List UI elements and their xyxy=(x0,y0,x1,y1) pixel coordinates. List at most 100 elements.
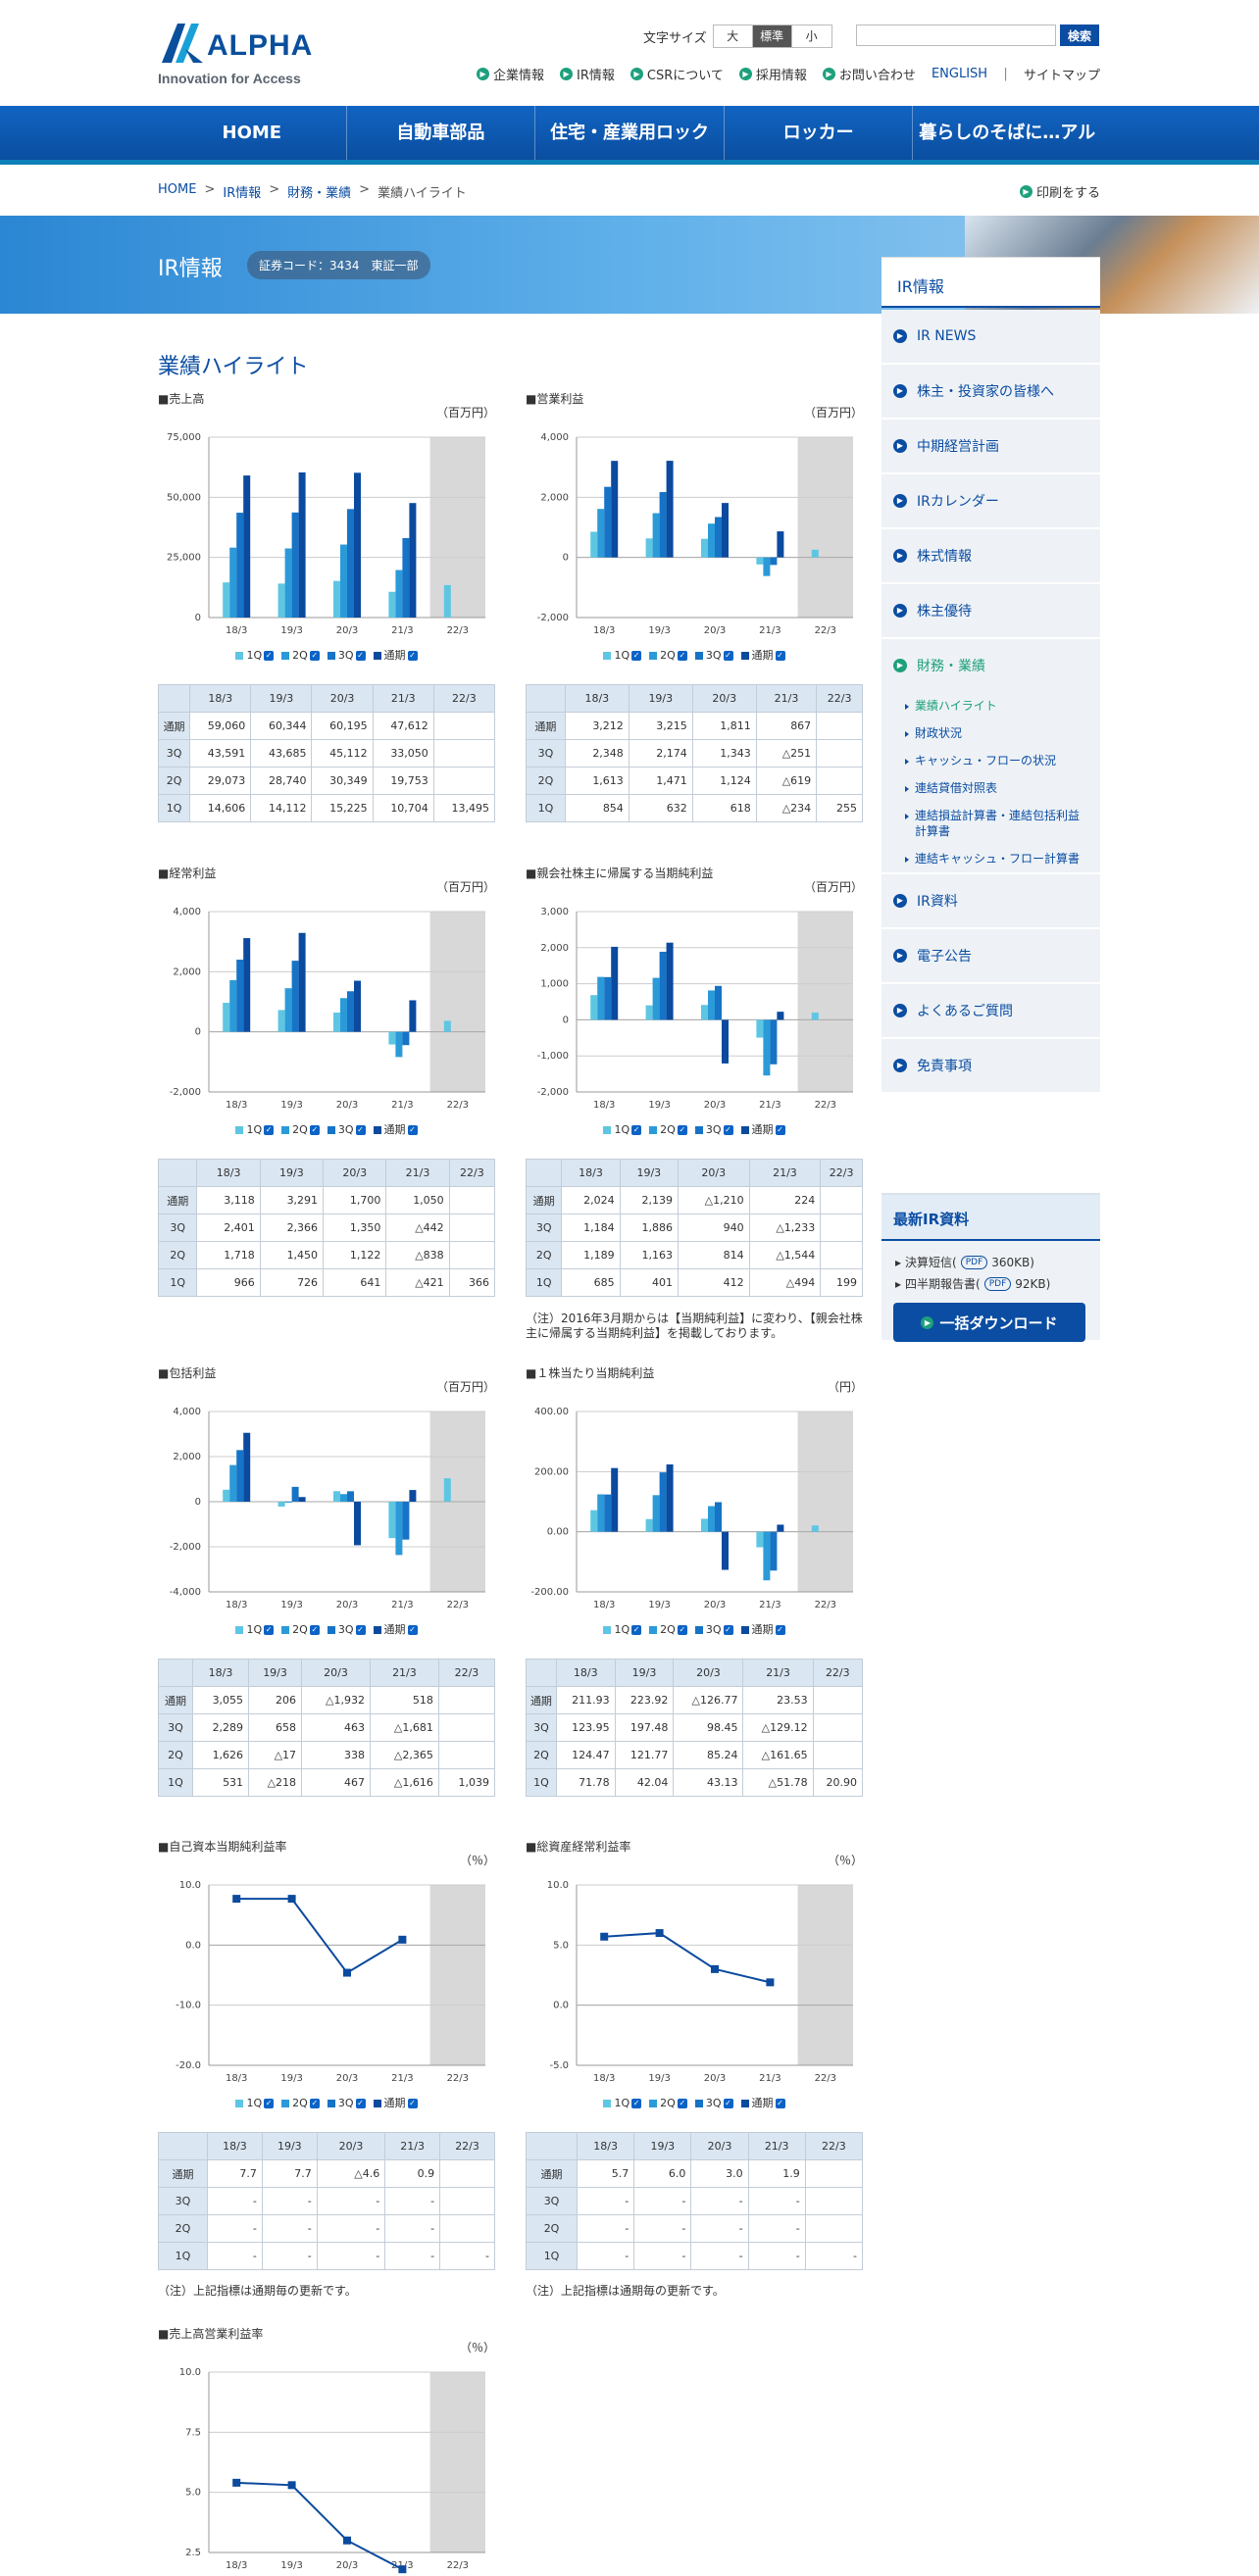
legend-item-q3[interactable]: 3Q ✓ xyxy=(327,649,366,662)
checkbox-icon[interactable]: ✓ xyxy=(309,1625,320,1635)
global-nav-lockers[interactable]: ロッカー xyxy=(723,106,913,160)
breadcrumb-finance[interactable]: 財務・業績 xyxy=(287,182,351,201)
legend-item-fy[interactable]: 通期 ✓ xyxy=(740,1623,785,1636)
alpha-logo[interactable]: ALPHA Innovation for Access xyxy=(158,20,315,90)
checkbox-icon[interactable]: ✓ xyxy=(775,1125,785,1135)
checkbox-icon[interactable]: ✓ xyxy=(677,2099,687,2108)
legend-item-q2[interactable]: 2Q ✓ xyxy=(281,1623,320,1636)
checkbox-icon[interactable]: ✓ xyxy=(355,2099,366,2108)
nav-recruit[interactable]: ▶ 採用情報 xyxy=(738,65,807,83)
global-nav-home[interactable]: HOME xyxy=(158,106,346,160)
checkbox-icon[interactable]: ✓ xyxy=(309,2099,320,2108)
search-input[interactable] xyxy=(856,25,1056,46)
checkbox-icon[interactable]: ✓ xyxy=(264,651,275,661)
legend-item-fy[interactable]: 通期 ✓ xyxy=(373,2097,418,2109)
checkbox-icon[interactable]: ✓ xyxy=(631,1625,642,1635)
english-link[interactable]: ENGLISH xyxy=(932,67,987,81)
sidebar-subitem-4[interactable]: 連結損益計算書・連結包括利益計算書 xyxy=(881,802,1100,845)
sidebar-item2-1[interactable]: ▶ 電子公告 xyxy=(881,929,1100,982)
legend-item-fy[interactable]: 通期 ✓ xyxy=(740,2097,785,2109)
checkbox-icon[interactable]: ✓ xyxy=(309,651,320,661)
bulk-download-button[interactable]: ▶ 一括ダウンロード xyxy=(893,1303,1085,1342)
sidebar-item2-2[interactable]: ▶ よくあるご質問 xyxy=(881,984,1100,1037)
legend-item-q1[interactable]: 1Q ✓ xyxy=(603,1623,642,1636)
sidebar-subitem-0[interactable]: 業績ハイライト xyxy=(881,692,1100,719)
legend-item-q1[interactable]: 1Q ✓ xyxy=(603,649,642,662)
checkbox-icon[interactable]: ✓ xyxy=(677,651,687,661)
sidebar-subitem-5[interactable]: 連結キャッシュ・フロー計算書 xyxy=(881,845,1100,872)
checkbox-icon[interactable]: ✓ xyxy=(264,1125,275,1135)
sidebar-subitem-3[interactable]: 連結貸借対照表 xyxy=(881,774,1100,802)
legend-item-q2[interactable]: 2Q ✓ xyxy=(649,2097,687,2109)
sidebar-subitem-1[interactable]: 財政状況 xyxy=(881,719,1100,747)
checkbox-icon[interactable]: ✓ xyxy=(631,2099,642,2108)
checkbox-icon[interactable]: ✓ xyxy=(264,1625,275,1635)
sidebar-item2-0[interactable]: ▶ IR資料 xyxy=(881,874,1100,927)
global-nav-lifestyle[interactable]: 暮らしのそばに…アルファ xyxy=(912,106,1101,197)
checkbox-icon[interactable]: ✓ xyxy=(407,1125,418,1135)
sidebar-item-5[interactable]: ▶ 株主優待 xyxy=(881,584,1100,637)
legend-item-fy[interactable]: 通期 ✓ xyxy=(373,649,418,662)
font-size-large-button[interactable]: 大 xyxy=(713,25,753,47)
legend-item-q2[interactable]: 2Q ✓ xyxy=(649,649,687,662)
global-nav-auto-parts[interactable]: 自動車部品 xyxy=(345,106,535,160)
legend-item-q1[interactable]: 1Q ✓ xyxy=(235,2097,275,2109)
checkbox-icon[interactable]: ✓ xyxy=(631,1125,642,1135)
legend-item-q1[interactable]: 1Q ✓ xyxy=(603,1123,642,1136)
checkbox-icon[interactable]: ✓ xyxy=(355,1125,366,1135)
legend-item-fy[interactable]: 通期 ✓ xyxy=(373,1623,418,1636)
checkbox-icon[interactable]: ✓ xyxy=(775,1625,785,1635)
legend-item-q3[interactable]: 3Q ✓ xyxy=(694,2097,733,2109)
legend-item-fy[interactable]: 通期 ✓ xyxy=(373,1123,418,1136)
checkbox-icon[interactable]: ✓ xyxy=(775,651,785,661)
legend-item-q2[interactable]: 2Q ✓ xyxy=(649,1123,687,1136)
nav-contact[interactable]: ▶ お問い合わせ xyxy=(822,65,916,83)
legend-item-q1[interactable]: 1Q ✓ xyxy=(235,1123,275,1136)
sidebar-item-6[interactable]: ▶ 財務・業績 xyxy=(881,639,1100,692)
legend-item-q2[interactable]: 2Q ✓ xyxy=(281,1123,320,1136)
checkbox-icon[interactable]: ✓ xyxy=(677,1625,687,1635)
legend-item-q3[interactable]: 3Q ✓ xyxy=(327,1623,366,1636)
sidebar-item2-3[interactable]: ▶ 免責事項 xyxy=(881,1039,1100,1092)
breadcrumb-home[interactable]: HOME xyxy=(158,182,196,201)
nav-csr[interactable]: ▶ CSRについて xyxy=(630,65,724,83)
legend-item-q1[interactable]: 1Q ✓ xyxy=(603,2097,642,2109)
checkbox-icon[interactable]: ✓ xyxy=(775,2099,785,2108)
latest-ir-tanshin-link[interactable]: ▸ 決算短信(PDF 360KB) xyxy=(881,1249,1100,1270)
print-link[interactable]: ▶ 印刷をする xyxy=(1020,182,1100,201)
sidebar-item-3[interactable]: ▶ IRカレンダー xyxy=(881,474,1100,527)
checkbox-icon[interactable]: ✓ xyxy=(723,1125,733,1135)
checkbox-icon[interactable]: ✓ xyxy=(355,1625,366,1635)
legend-item-q1[interactable]: 1Q ✓ xyxy=(235,1623,275,1636)
checkbox-icon[interactable]: ✓ xyxy=(723,651,733,661)
legend-item-q3[interactable]: 3Q ✓ xyxy=(694,1623,733,1636)
search-button[interactable]: 検索 xyxy=(1060,25,1099,46)
nav-corporate[interactable]: ▶ 企業情報 xyxy=(477,65,544,83)
legend-item-q3[interactable]: 3Q ✓ xyxy=(694,649,733,662)
checkbox-icon[interactable]: ✓ xyxy=(407,651,418,661)
global-nav-locks[interactable]: 住宅・産業用ロック xyxy=(534,106,724,160)
checkbox-icon[interactable]: ✓ xyxy=(407,2099,418,2108)
legend-item-fy[interactable]: 通期 ✓ xyxy=(740,649,785,662)
sidebar-item-1[interactable]: ▶ 株主・投資家の皆様へ xyxy=(881,365,1100,418)
checkbox-icon[interactable]: ✓ xyxy=(264,2099,275,2108)
legend-item-q1[interactable]: 1Q ✓ xyxy=(235,649,275,662)
checkbox-icon[interactable]: ✓ xyxy=(677,1125,687,1135)
checkbox-icon[interactable]: ✓ xyxy=(631,651,642,661)
legend-item-q3[interactable]: 3Q ✓ xyxy=(327,1123,366,1136)
font-size-normal-button[interactable]: 標準 xyxy=(752,25,792,47)
legend-item-q3[interactable]: 3Q ✓ xyxy=(327,2097,366,2109)
checkbox-icon[interactable]: ✓ xyxy=(309,1125,320,1135)
breadcrumb-ir[interactable]: IR情報 xyxy=(223,182,261,201)
sidebar-item-4[interactable]: ▶ 株式情報 xyxy=(881,529,1100,582)
legend-item-q2[interactable]: 2Q ✓ xyxy=(281,2097,320,2109)
legend-item-q2[interactable]: 2Q ✓ xyxy=(281,649,320,662)
sidebar-subitem-2[interactable]: キャッシュ・フローの状況 xyxy=(881,747,1100,774)
legend-item-fy[interactable]: 通期 ✓ xyxy=(740,1123,785,1136)
font-size-small-button[interactable]: 小 xyxy=(791,25,831,47)
sidebar-item-2[interactable]: ▶ 中期経営計画 xyxy=(881,420,1100,472)
checkbox-icon[interactable]: ✓ xyxy=(723,1625,733,1635)
checkbox-icon[interactable]: ✓ xyxy=(355,651,366,661)
legend-item-q2[interactable]: 2Q ✓ xyxy=(649,1623,687,1636)
sitemap-link[interactable]: サイトマップ xyxy=(1024,65,1100,83)
